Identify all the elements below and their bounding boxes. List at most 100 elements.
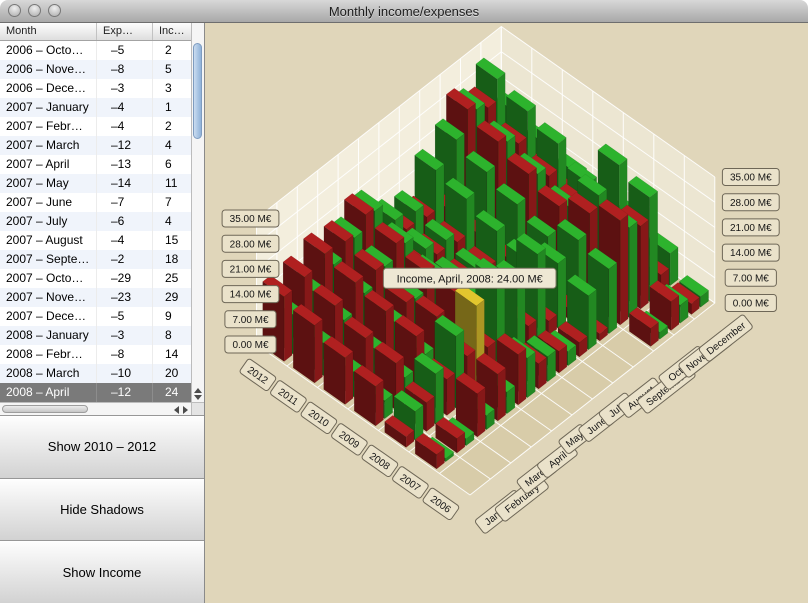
toggle-income-button[interactable]: Show Income: [0, 540, 204, 603]
svg-text:14.00 M€: 14.00 M€: [230, 290, 272, 301]
value-axis-label-left: 7.00 M€: [225, 311, 276, 328]
table-cell-inc: 29: [153, 288, 192, 307]
value-axis-label-right: 7.00 M€: [725, 269, 776, 286]
column-header-expenses[interactable]: Exp…: [97, 23, 153, 40]
table-cell-month: 2007 – Septe…: [0, 250, 97, 269]
table-cell-inc: 4: [153, 136, 192, 155]
zoom-button[interactable]: [48, 4, 61, 17]
scroll-right-icon[interactable]: [183, 406, 188, 414]
table-row[interactable]: 2008 – Febr…–814: [0, 345, 192, 364]
year-axis-label: 2011: [269, 380, 307, 414]
show-years-range-button[interactable]: Show 2010 – 2012: [0, 415, 204, 478]
table-row[interactable]: 2007 – May–1411: [0, 174, 192, 193]
value-axis-label-right: 35.00 M€: [722, 169, 779, 186]
vertical-scrollbar-arrows: [192, 388, 204, 400]
month-axis-label: December: [698, 314, 753, 362]
svg-text:21.00 M€: 21.00 M€: [230, 265, 272, 276]
svg-text:35.00 M€: 35.00 M€: [730, 173, 772, 184]
toggle-shadows-button[interactable]: Hide Shadows: [0, 478, 204, 541]
scroll-up-icon[interactable]: [194, 388, 202, 393]
data-table: Month Exp… Inc… 2006 – Octo…–522006 – No…: [0, 23, 204, 415]
table-body: 2006 – Octo…–522006 – Nove…–852006 – Dec…: [0, 41, 192, 402]
year-axis-label: 2007: [391, 466, 429, 500]
table-row[interactable]: 2008 – March–1020: [0, 364, 192, 383]
scroll-left-icon[interactable]: [174, 406, 179, 414]
value-axis-label-left: 14.00 M€: [222, 286, 279, 303]
table-cell-month: 2007 – Febr…: [0, 117, 97, 136]
table-cell-inc: 4: [153, 212, 192, 231]
table-row[interactable]: 2008 – January–38: [0, 326, 192, 345]
chart-area: JanuaryFebruaryMarchAprilMayJuneJulyAugu…: [205, 23, 808, 603]
table-row[interactable]: 2007 – July–64: [0, 212, 192, 231]
year-axis-label: 2012: [239, 358, 277, 392]
svg-text:7.00 M€: 7.00 M€: [733, 273, 770, 284]
table-row[interactable]: 2007 – January–41: [0, 98, 192, 117]
value-axis-label-left: 21.00 M€: [222, 260, 279, 277]
horizontal-scrollbar-arrows: [174, 406, 188, 414]
year-axis-label: 2006: [422, 487, 460, 521]
table-row[interactable]: 2007 – Septe…–218: [0, 250, 192, 269]
table-cell-inc: 6: [153, 155, 192, 174]
table-cell-exp: –8: [97, 345, 153, 364]
svg-text:14.00 M€: 14.00 M€: [730, 248, 772, 259]
column-header-month[interactable]: Month: [0, 23, 97, 40]
table-cell-month: 2006 – Nove…: [0, 60, 97, 79]
close-button[interactable]: [8, 4, 21, 17]
table-cell-exp: –4: [97, 98, 153, 117]
vertical-scrollbar[interactable]: [191, 23, 204, 402]
table-cell-month: 2007 – Octo…: [0, 269, 97, 288]
table-row[interactable]: 2007 – April–136: [0, 155, 192, 174]
button-panel: Show 2010 – 2012 Hide Shadows Show Incom…: [0, 415, 204, 603]
minimize-button[interactable]: [28, 4, 41, 17]
table-cell-exp: –13: [97, 155, 153, 174]
value-axis-label-left: 35.00 M€: [222, 210, 279, 227]
table-cell-inc: 3: [153, 79, 192, 98]
svg-text:28.00 M€: 28.00 M€: [730, 198, 772, 209]
svg-text:0.00 M€: 0.00 M€: [232, 340, 269, 351]
scroll-down-icon[interactable]: [194, 395, 202, 400]
bar[interactable]: [293, 304, 322, 383]
table-row[interactable]: 2007 – August–415: [0, 231, 192, 250]
table-row[interactable]: 2008 – April–1224: [0, 383, 192, 402]
table-row[interactable]: 2006 – Dece…–33: [0, 79, 192, 98]
table-cell-inc: 2: [153, 117, 192, 136]
table-row[interactable]: 2007 – June–77: [0, 193, 192, 212]
table-cell-inc: 20: [153, 364, 192, 383]
table-cell-inc: 24: [153, 383, 192, 402]
table-cell-inc: 9: [153, 307, 192, 326]
table-row[interactable]: 2006 – Octo…–52: [0, 41, 192, 60]
table-cell-month: 2007 – July: [0, 212, 97, 231]
table-cell-exp: –12: [97, 383, 153, 402]
table-cell-month: 2007 – January: [0, 98, 97, 117]
table-cell-inc: 18: [153, 250, 192, 269]
table-row[interactable]: 2007 – Dece…–59: [0, 307, 192, 326]
table-cell-month: 2007 – June: [0, 193, 97, 212]
window-title: Monthly income/expenses: [329, 4, 479, 19]
value-axis-label-right: 21.00 M€: [722, 219, 779, 236]
table-cell-inc: 1: [153, 98, 192, 117]
svg-text:35.00 M€: 35.00 M€: [230, 214, 272, 225]
table-cell-exp: –23: [97, 288, 153, 307]
table-cell-month: 2008 – January: [0, 326, 97, 345]
value-axis-label-left: 0.00 M€: [225, 336, 276, 353]
table-cell-inc: 2: [153, 41, 192, 60]
table-cell-exp: –5: [97, 41, 153, 60]
svg-text:Income, April, 2008: 24.00 M€: Income, April, 2008: 24.00 M€: [397, 273, 543, 285]
horizontal-scrollbar[interactable]: [0, 402, 191, 415]
column-header-income[interactable]: Inc…: [153, 23, 192, 40]
table-row[interactable]: 2007 – Febr…–42: [0, 117, 192, 136]
year-axis-label: 2010: [300, 401, 338, 435]
bar-chart-3d[interactable]: JanuaryFebruaryMarchAprilMayJuneJulyAugu…: [205, 23, 808, 603]
table-row[interactable]: 2006 – Nove…–85: [0, 60, 192, 79]
table-row[interactable]: 2007 – Nove…–2329: [0, 288, 192, 307]
table-row[interactable]: 2007 – Octo…–2925: [0, 269, 192, 288]
table-cell-exp: –2: [97, 250, 153, 269]
table-cell-month: 2007 – March: [0, 136, 97, 155]
app-window: Monthly income/expenses Month Exp… Inc… …: [0, 0, 808, 603]
table-cell-month: 2006 – Dece…: [0, 79, 97, 98]
vertical-scrollbar-thumb[interactable]: [193, 43, 202, 139]
table-row[interactable]: 2007 – March–124: [0, 136, 192, 155]
horizontal-scrollbar-thumb[interactable]: [2, 405, 88, 413]
table-cell-month: 2008 – Febr…: [0, 345, 97, 364]
table-cell-month: 2008 – March: [0, 364, 97, 383]
